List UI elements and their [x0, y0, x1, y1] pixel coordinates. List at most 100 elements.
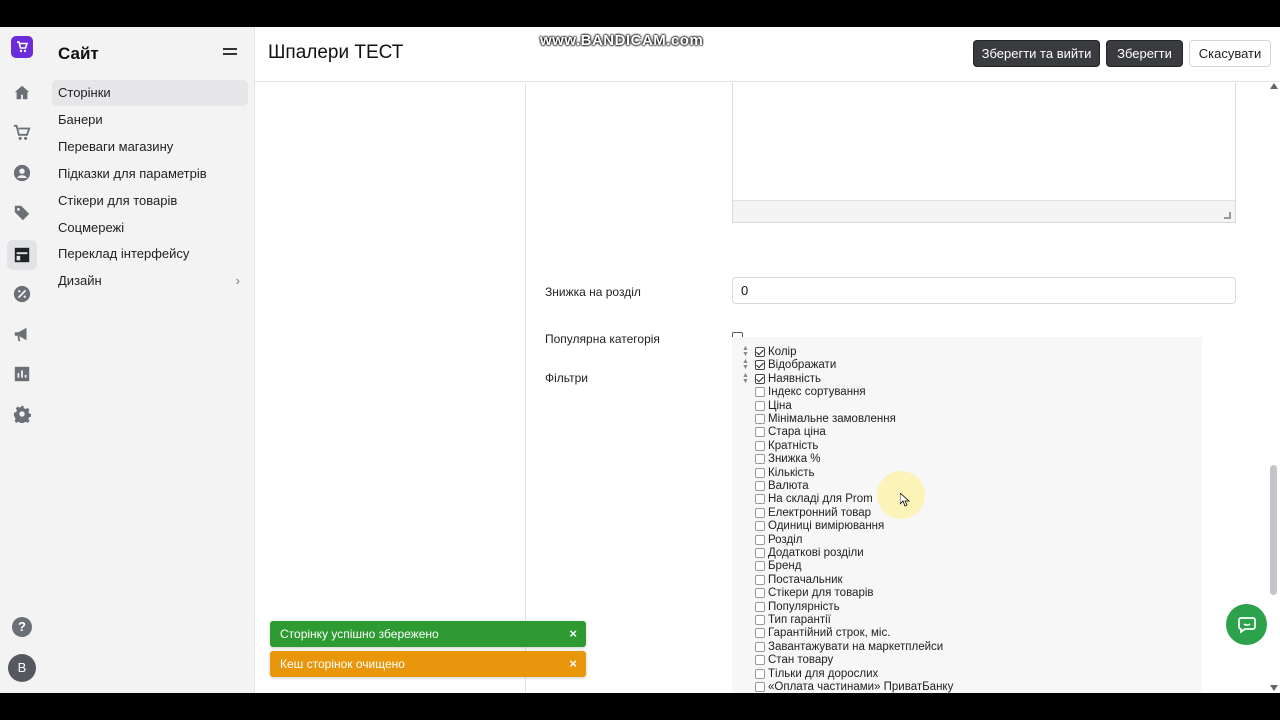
- page-scrollbar[interactable]: [1257, 83, 1280, 693]
- filter-checkbox[interactable]: [755, 615, 765, 625]
- megaphone-icon[interactable]: [12, 324, 32, 344]
- sidebar-collapse-icon[interactable]: [223, 45, 237, 59]
- cart-icon[interactable]: [12, 123, 32, 143]
- gear-icon[interactable]: [12, 404, 32, 424]
- filter-checkbox[interactable]: [755, 440, 765, 451]
- filter-label: Одиниці вимірювання: [768, 520, 885, 533]
- sidebar-item-design[interactable]: Дизайн ›: [52, 268, 248, 294]
- textarea-statusbar: [733, 200, 1235, 222]
- filter-checkbox[interactable]: [755, 668, 765, 679]
- filter-checkbox[interactable]: [755, 601, 765, 612]
- filter-label: На складі для Prom: [768, 493, 873, 506]
- filter-label: Стікери для товарів: [768, 587, 874, 600]
- filter-label: Відображати: [768, 359, 837, 372]
- drag-handle-icon[interactable]: ▲ ▼: [742, 372, 750, 385]
- close-icon[interactable]: ×: [569, 621, 577, 647]
- resize-handle-icon[interactable]: [1224, 212, 1231, 219]
- scroll-up-icon[interactable]: [1270, 83, 1278, 89]
- edit-form: Знижка на розділ 0 Популярна категорія Ф…: [255, 83, 1257, 693]
- cancel-button[interactable]: Скасувати: [1189, 40, 1271, 67]
- filter-label: Електронний товар: [768, 506, 872, 519]
- filter-checkbox[interactable]: [755, 360, 765, 371]
- filter-checkbox[interactable]: [755, 347, 765, 357]
- page-header: Шпалери ТЕСТ www.BANDICAM.com Зберегти т…: [255, 27, 1280, 82]
- filter-label: Валюта: [768, 480, 809, 492]
- filter-checkbox[interactable]: [755, 655, 765, 666]
- filter-label: Кратність: [768, 439, 819, 452]
- filter-label: Постачальник: [768, 573, 843, 586]
- filter-checkbox[interactable]: [755, 481, 765, 491]
- sidebar-item-product-stickers[interactable]: Стікери для товарів: [52, 188, 248, 214]
- sidebar-item-translation[interactable]: Переклад інтерфейсу: [52, 241, 248, 267]
- toast-cache-cleared: Кеш сторінок очищено ×: [270, 651, 586, 677]
- filters-label: Фільтри: [545, 371, 588, 385]
- close-icon[interactable]: ×: [569, 651, 577, 677]
- filter-checkbox[interactable]: [755, 373, 765, 384]
- filter-checkbox[interactable]: [755, 534, 765, 545]
- chat-icon: [1237, 616, 1256, 634]
- icon-rail: ? B: [0, 27, 45, 693]
- app-window: ? B Сайт Сторінки Банери Переваги магази…: [0, 27, 1280, 693]
- filter-label: «Оплата частинами» ПриватБанку: [768, 681, 954, 693]
- filter-checkbox[interactable]: [755, 454, 765, 465]
- column-divider: [525, 83, 526, 693]
- filter-checkbox[interactable]: [755, 494, 765, 505]
- drag-handle-icon[interactable]: ▲ ▼: [742, 345, 750, 358]
- user-icon[interactable]: [12, 163, 32, 183]
- filter-checkbox[interactable]: [755, 641, 765, 652]
- sidebar-item-banners[interactable]: Банери: [52, 107, 248, 133]
- discount-label: Знижка на розділ: [545, 285, 641, 299]
- filter-label: Колір: [768, 346, 797, 358]
- filter-label: Бренд: [768, 560, 802, 573]
- avatar[interactable]: B: [8, 654, 36, 682]
- discount-input[interactable]: 0: [732, 277, 1236, 304]
- sidebar-item-social[interactable]: Соцмережі: [52, 215, 248, 241]
- chevron-right-icon: ›: [235, 273, 240, 288]
- filter-label: Знижка %: [768, 453, 821, 466]
- sidebar: Сайт Сторінки Банери Переваги магазину П…: [45, 27, 255, 693]
- drag-handle-icon[interactable]: ▲ ▼: [742, 358, 750, 371]
- filter-label: Популярність: [768, 600, 840, 613]
- page-title: Шпалери ТЕСТ: [268, 42, 404, 63]
- filter-label: Гарантійний строк, міс.: [768, 627, 891, 640]
- scroll-thumb[interactable]: [1270, 465, 1277, 595]
- filter-label: Тип гарантії: [768, 614, 831, 626]
- tag-icon[interactable]: [12, 203, 32, 223]
- filter-checkbox[interactable]: [755, 521, 765, 532]
- save-and-exit-button[interactable]: Зберегти та вийти: [973, 40, 1100, 67]
- chart-icon[interactable]: [12, 364, 32, 384]
- sidebar-item-parameter-hints[interactable]: Підказки для параметрів: [52, 161, 248, 187]
- sidebar-title: Сайт: [58, 44, 99, 63]
- filter-checkbox[interactable]: [755, 628, 765, 639]
- filter-checkbox[interactable]: [755, 548, 765, 558]
- filter-label: Стан товару: [768, 654, 834, 667]
- mouse-cursor-icon: [900, 493, 910, 507]
- filter-checkbox[interactable]: [755, 467, 765, 478]
- chat-button[interactable]: [1226, 604, 1267, 645]
- filter-checkbox[interactable]: [755, 427, 765, 438]
- filter-checkbox[interactable]: [755, 414, 765, 424]
- description-textarea[interactable]: [732, 83, 1236, 223]
- layout-icon[interactable]: [12, 245, 32, 265]
- filter-checkbox[interactable]: [755, 682, 765, 692]
- sidebar-item-pages[interactable]: Сторінки: [52, 80, 248, 106]
- filter-checkbox[interactable]: [755, 588, 765, 599]
- filter-checkbox[interactable]: [755, 561, 765, 572]
- filter-label: Індекс сортування: [768, 386, 866, 399]
- filter-label: Тільки для дорослих: [768, 667, 879, 680]
- filter-checkbox[interactable]: [755, 387, 765, 398]
- popular-category-label: Популярна категорія: [545, 332, 660, 346]
- filter-label: Додаткові розділи: [768, 547, 864, 559]
- cart-logo-icon[interactable]: [11, 36, 33, 58]
- scroll-down-icon[interactable]: [1270, 685, 1278, 691]
- sidebar-item-store-advantages[interactable]: Переваги магазину: [52, 134, 248, 160]
- filter-checkbox[interactable]: [755, 400, 765, 411]
- discount-icon[interactable]: [12, 284, 32, 304]
- filter-label: Завантажувати на маркетплейси: [768, 640, 944, 653]
- save-button[interactable]: Зберегти: [1106, 40, 1183, 67]
- help-icon[interactable]: ?: [12, 617, 32, 637]
- filter-checkbox[interactable]: [755, 574, 765, 585]
- home-icon[interactable]: [12, 83, 32, 103]
- filter-label: Мінімальне замовлення: [768, 413, 896, 425]
- filter-checkbox[interactable]: [755, 507, 765, 518]
